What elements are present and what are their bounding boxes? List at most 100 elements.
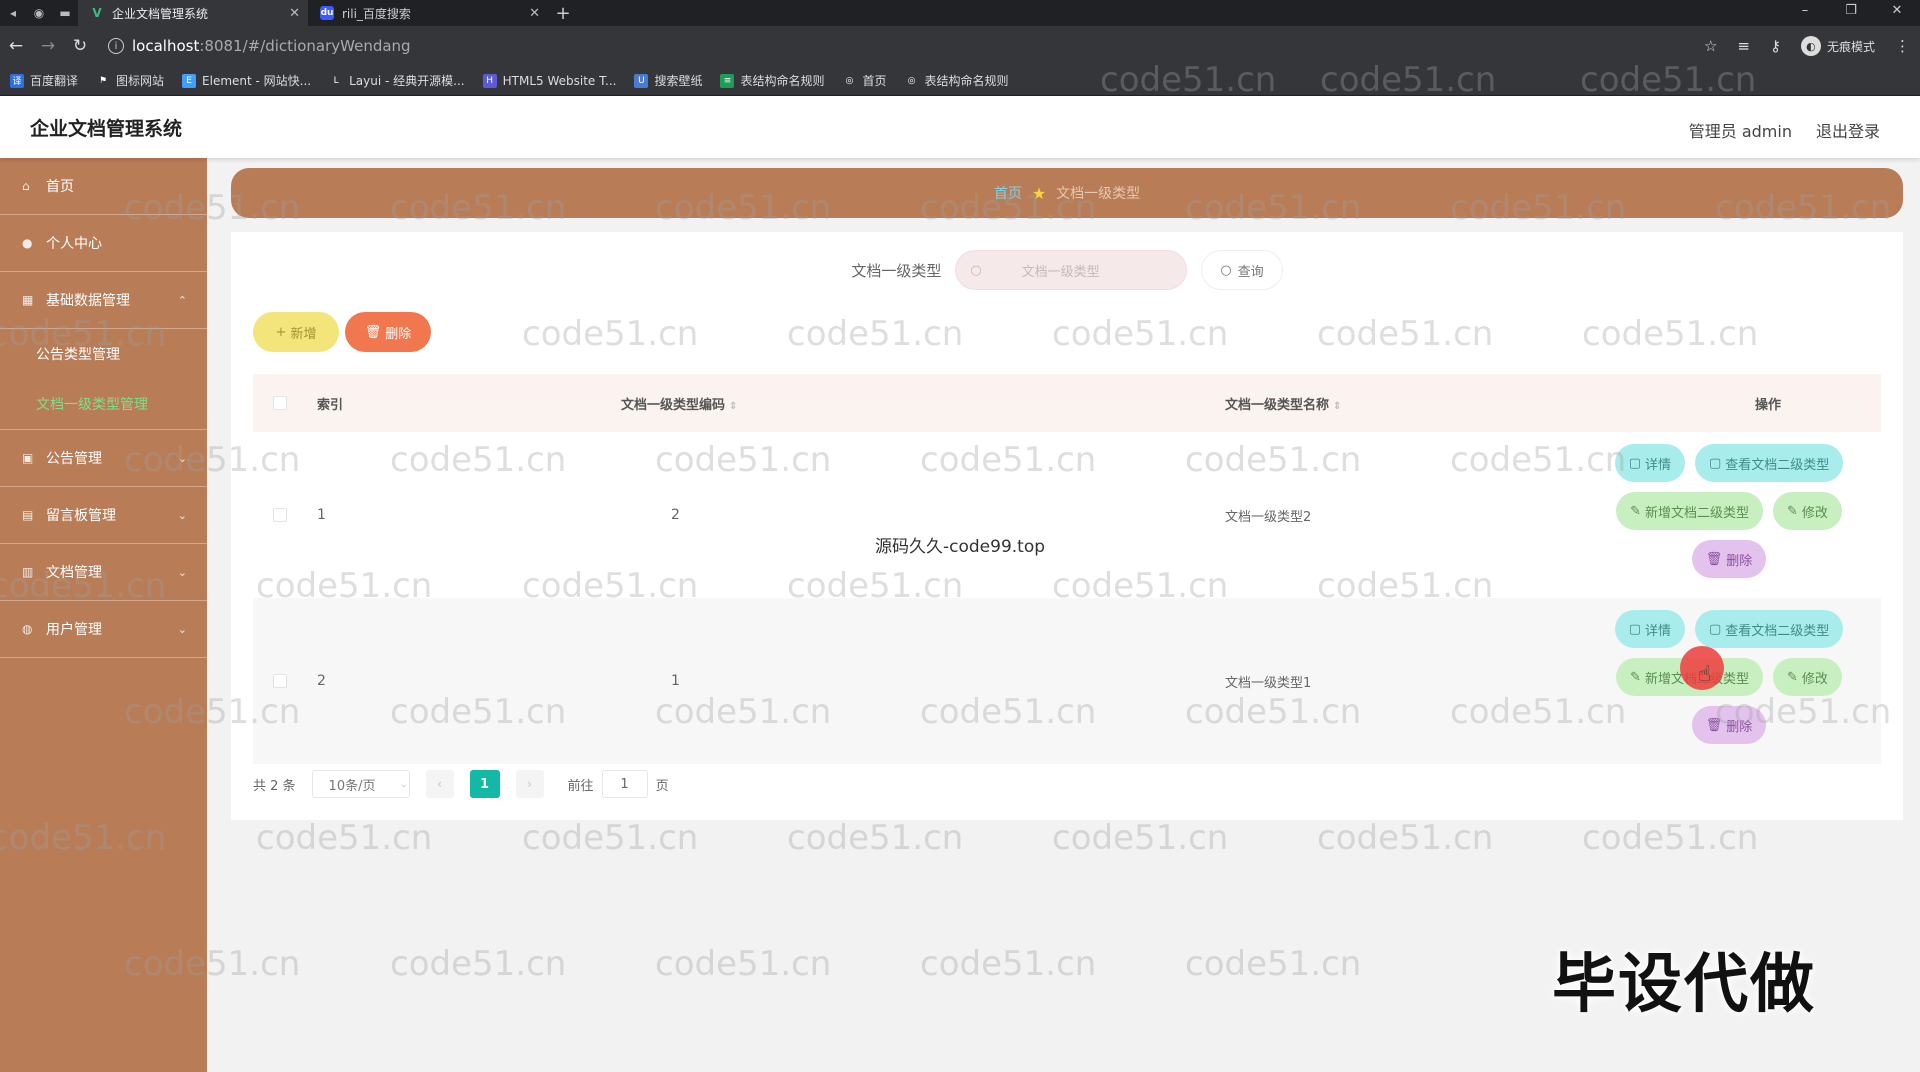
- minimize-icon[interactable]: –: [1782, 0, 1828, 26]
- add-button[interactable]: + 新增: [253, 312, 339, 352]
- sidebar-item-documents[interactable]: ▥ 文档管理 ⌄: [0, 544, 207, 601]
- browser-profile-icon[interactable]: ◉: [26, 0, 52, 26]
- prev-page-button[interactable]: ‹: [425, 770, 454, 798]
- breadcrumb-current: 文档一级类型: [1056, 186, 1141, 202]
- chevron-up-icon: ⌃: [177, 293, 187, 307]
- html5-icon: H: [482, 73, 497, 88]
- view-subtype-button[interactable]: ▢ 查看文档二级类型: [1695, 444, 1844, 482]
- window-icon[interactable]: ▬: [52, 0, 78, 26]
- next-page-button[interactable]: ›: [515, 770, 544, 798]
- breadcrumb-home[interactable]: 首页: [994, 183, 1022, 203]
- incognito-icon: ◐: [1800, 36, 1821, 56]
- forward-icon[interactable]: →: [32, 36, 64, 56]
- delete-button[interactable]: 🗑 删除: [1691, 706, 1767, 744]
- sheet-icon: ≡: [720, 73, 735, 88]
- pencil-icon: ✎: [1787, 503, 1798, 519]
- sort-icon[interactable]: ⇕: [1333, 401, 1341, 412]
- grid-icon: ▦: [22, 293, 34, 307]
- flag-icon: ⚑: [98, 75, 108, 86]
- bookmark-item[interactable]: ≡ 表结构命名规则: [720, 72, 824, 89]
- close-icon[interactable]: ✕: [289, 6, 300, 21]
- wallpaper-icon: U: [634, 73, 649, 88]
- sidebar-item-profile[interactable]: ● 个人中心: [0, 215, 207, 272]
- delete-button[interactable]: 🗑 删除: [1691, 540, 1767, 578]
- data-table: 索引 文档一级类型编码 ⇕ 文档一级类型名称 ⇕ 操作 1 2 文档一级类型2 ▢ 详…: [253, 374, 1881, 764]
- detail-button[interactable]: ▢ 详情: [1614, 444, 1685, 482]
- new-tab-button[interactable]: +: [548, 3, 578, 24]
- header-user-area: 管理员 admin 退出登录: [1689, 118, 1880, 142]
- incognito-indicator[interactable]: ◐ 无痕模式: [1800, 36, 1875, 56]
- bookmark-item[interactable]: U 搜索壁纸: [634, 72, 702, 89]
- search-button[interactable]: ○ 查询: [1201, 250, 1283, 290]
- sidebar-item-notice[interactable]: ▣ 公告管理 ⌄: [0, 430, 207, 487]
- bookmark-item[interactable]: L Layui - 经典开源模...: [329, 72, 465, 89]
- breadcrumb: 首页 ★ 文档一级类型: [231, 168, 1903, 218]
- table-header: 索引 文档一级类型编码 ⇕ 文档一级类型名称 ⇕ 操作: [253, 374, 1881, 432]
- star-icon[interactable]: ☆: [1704, 37, 1717, 55]
- row-checkbox[interactable]: [273, 674, 287, 688]
- back-icon[interactable]: ←: [0, 36, 32, 56]
- baidu-icon: du: [320, 6, 334, 20]
- doc-icon: ▢: [1709, 455, 1722, 471]
- restore-icon[interactable]: ❐: [1828, 0, 1874, 26]
- tab-baidu-search[interactable]: du rili_百度搜索 ✕: [308, 0, 548, 26]
- close-icon[interactable]: ✕: [529, 6, 540, 21]
- view-subtype-button[interactable]: ▢ 查看文档二级类型: [1695, 610, 1844, 648]
- bookmark-item[interactable]: ◎ 表结构命名规则: [905, 72, 1009, 89]
- doc-icon: ▢: [1628, 455, 1641, 471]
- detail-button[interactable]: ▢ 详情: [1614, 610, 1685, 648]
- close-window-icon[interactable]: ✕: [1874, 0, 1920, 26]
- chevron-down-icon: ⌄: [177, 508, 187, 522]
- cell-code: 1: [671, 673, 680, 689]
- key-icon[interactable]: ⚷: [1770, 37, 1781, 55]
- bookmark-item[interactable]: ⚑ 图标网站: [96, 72, 164, 89]
- sidebar-item-users[interactable]: ◍ 用户管理 ⌄: [0, 601, 207, 658]
- sort-icon[interactable]: ⇕: [729, 401, 737, 412]
- cell-index: 1: [317, 507, 326, 523]
- reload-icon[interactable]: ↻: [64, 36, 96, 56]
- logout-link[interactable]: 退出登录: [1816, 118, 1880, 142]
- col-name[interactable]: 文档一级类型名称 ⇕: [1225, 394, 1595, 413]
- total-count: 共 2 条: [253, 778, 296, 794]
- reading-list-icon[interactable]: ≡: [1737, 37, 1750, 55]
- bookmark-item[interactable]: H HTML5 Website T...: [482, 73, 616, 88]
- page-number-current[interactable]: 1: [469, 770, 500, 798]
- add-subtype-button[interactable]: ✎新增文档二级类型: [1616, 492, 1763, 530]
- sidebar-item-message-board[interactable]: ▤ 留言板管理 ⌄: [0, 487, 207, 544]
- batch-delete-button[interactable]: 🗑 删除: [345, 312, 431, 352]
- tab-enterprise-docs[interactable]: V 企业文档管理系统 ✕: [78, 0, 308, 26]
- bookmarks-bar: 译百度翻译 ⚑ 图标网站 E Element - 网站快... L Layui - 经…: [0, 66, 1920, 96]
- search-placeholder: 文档一级类型: [1021, 264, 1100, 280]
- hand-cursor-icon: ☝: [1698, 662, 1712, 687]
- watermark: code51.cn: [1582, 818, 1759, 858]
- basic-data-submenu: 公告类型管理 文档一级类型管理: [0, 329, 207, 430]
- edit-button[interactable]: ✎ 修改: [1773, 492, 1842, 530]
- bookmark-item[interactable]: 译百度翻译: [10, 72, 78, 89]
- watermark: code51.cn: [256, 818, 433, 858]
- trash-icon: 🗑: [1705, 717, 1723, 733]
- menu-dots-icon[interactable]: ⋮: [1895, 37, 1910, 55]
- current-user: 管理员 admin: [1688, 122, 1792, 141]
- sidebar-item-home[interactable]: ⌂ 首页: [0, 158, 207, 215]
- page-size-select[interactable]: 10条/页 ⌄: [311, 770, 410, 798]
- star-icon: ★: [1031, 183, 1047, 203]
- sidebar-item-basic-data[interactable]: ▦ 基础数据管理 ⌃: [0, 272, 207, 329]
- col-code[interactable]: 文档一级类型编码 ⇕: [613, 394, 1225, 413]
- url-field[interactable]: i localhost:8081/#/dictionaryWendang: [108, 31, 411, 61]
- url-path: :8081/#/dictionaryWendang: [199, 37, 411, 55]
- cell-code: 2: [671, 507, 680, 523]
- watermark: code51.cn: [787, 818, 964, 858]
- goto-page-input[interactable]: 1: [601, 770, 648, 798]
- info-icon[interactable]: i: [108, 38, 124, 54]
- sidebar-item-notice-type[interactable]: 公告类型管理: [0, 329, 207, 379]
- row-checkbox[interactable]: [273, 508, 287, 522]
- select-all-checkbox[interactable]: [273, 396, 287, 410]
- search-input[interactable]: ○ 文档一级类型: [955, 250, 1188, 290]
- audio-icon[interactable]: ◂: [0, 0, 26, 26]
- table-row: 1 2 文档一级类型2 ▢ 详情 ▢ 查看文档二级类型 ✎ 新增文档二级类型 ✎ 修改 …: [253, 432, 1881, 598]
- doc-icon: ▢: [1628, 621, 1641, 637]
- bookmark-item[interactable]: ◎ 首页: [842, 72, 887, 89]
- edit-button[interactable]: ✎ 修改: [1773, 658, 1842, 696]
- sidebar-item-doc-level1-type[interactable]: 文档一级类型管理: [0, 379, 207, 429]
- bookmark-item[interactable]: E Element - 网站快...: [182, 72, 311, 89]
